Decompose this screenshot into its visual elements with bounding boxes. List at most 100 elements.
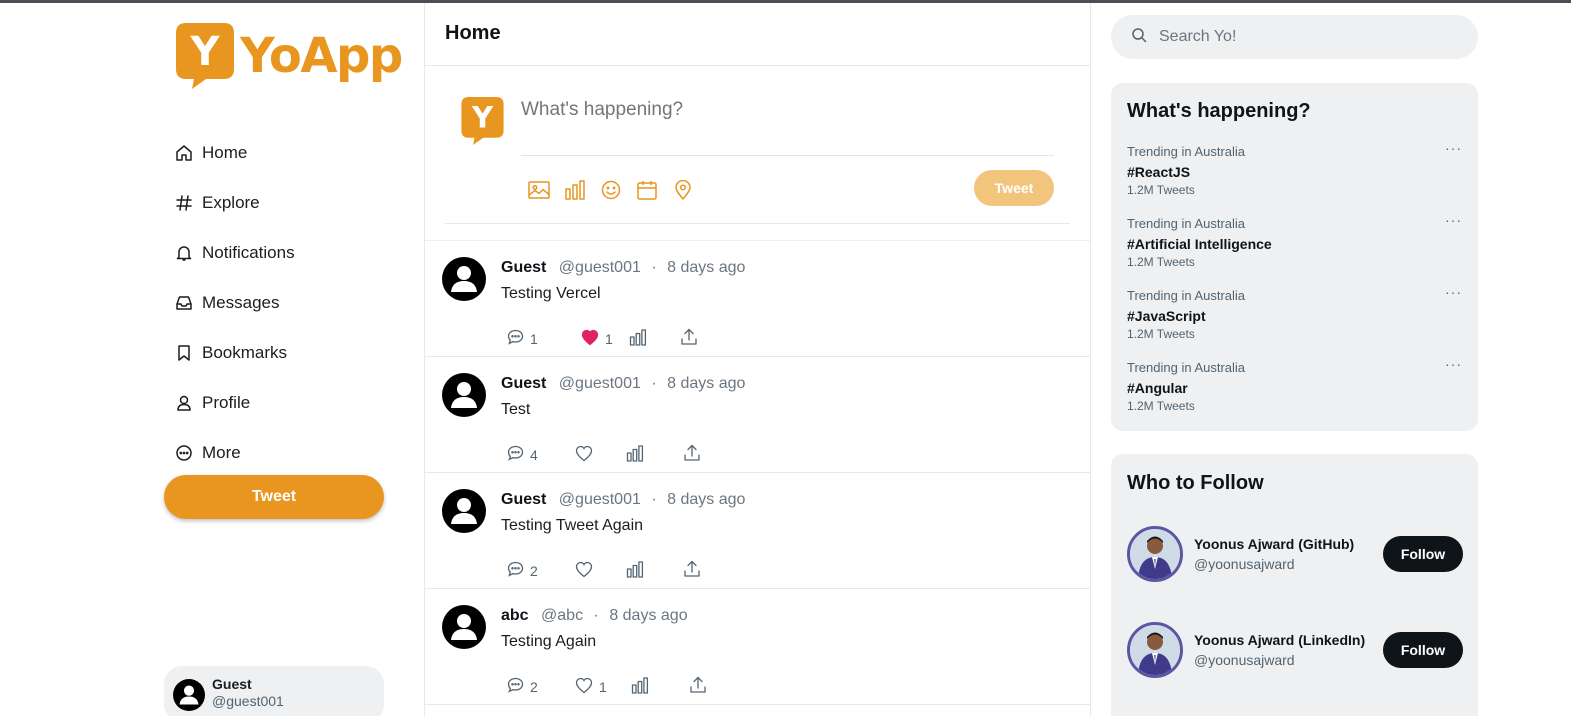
avatar[interactable]: [442, 257, 486, 301]
nav-item-bookmarks[interactable]: Bookmarks: [175, 328, 295, 378]
post-text: Test: [501, 401, 531, 418]
post-separator: ·: [651, 375, 657, 392]
reply-button[interactable]: 1: [507, 329, 581, 348]
avatar[interactable]: [442, 373, 486, 417]
trend-hashtag[interactable]: #Artificial Intelligence: [1127, 236, 1462, 252]
share-icon: [683, 444, 701, 465]
share-icon: [683, 560, 701, 581]
nav-label: Notifications: [202, 243, 295, 262]
like-button[interactable]: 1: [581, 329, 629, 349]
composer-avatar: Y: [460, 97, 505, 145]
follow-button[interactable]: Follow: [1383, 536, 1463, 572]
reply-icon: [507, 677, 524, 696]
poll-icon[interactable]: [557, 177, 593, 203]
post-author-name[interactable]: abc: [501, 607, 529, 624]
schedule-icon[interactable]: [629, 177, 665, 203]
stats-icon: [631, 676, 649, 697]
tweet-post[interactable]: Guest @guest001 · 8 days ago Testing Ver…: [425, 241, 1090, 357]
more-options-icon[interactable]: ···: [1445, 356, 1462, 372]
trends-panel: What's happening? Trending in Australia …: [1111, 83, 1478, 431]
views-button[interactable]: [626, 560, 683, 581]
trend-context: Trending in Australia: [1127, 216, 1246, 231]
trend-count: 1.2M Tweets: [1127, 255, 1195, 269]
post-timestamp: 8 days ago: [667, 375, 746, 392]
stats-icon: [626, 560, 644, 581]
search-icon: [1131, 27, 1147, 48]
nav-item-messages[interactable]: Messages: [175, 278, 295, 328]
post-actions: 1 1: [507, 328, 698, 349]
suggestion-name[interactable]: Yoonus Ajward (LinkedIn): [1194, 632, 1365, 648]
nav-item-home[interactable]: Home: [175, 128, 295, 178]
trend-context: Trending in Australia: [1127, 144, 1246, 159]
nav-label: Explore: [202, 193, 260, 212]
avatar[interactable]: [442, 489, 486, 533]
compose-input[interactable]: [521, 99, 1051, 121]
trend-count: 1.2M Tweets: [1127, 327, 1195, 341]
post-actions: 2: [507, 560, 701, 581]
more-options-icon[interactable]: ···: [1445, 140, 1462, 156]
current-user-name: Guest: [212, 676, 252, 692]
nav-label: More: [202, 443, 241, 462]
tweet-post[interactable]: abc @abc · 8 days ago Testing Again 2 1: [425, 589, 1090, 705]
search-bar[interactable]: [1111, 15, 1478, 59]
trend-context: Trending in Australia: [1127, 288, 1246, 303]
views-button[interactable]: [629, 328, 680, 349]
post-actions: 2 1: [507, 676, 707, 697]
bookmark-icon: [175, 344, 193, 362]
reply-icon: [507, 329, 524, 348]
trend-item[interactable]: Trending in Australia #ReactJS 1.2M Twee…: [1127, 140, 1462, 197]
reply-button[interactable]: 4: [507, 445, 575, 464]
trend-hashtag[interactable]: #ReactJS: [1127, 164, 1462, 180]
profile-avatar[interactable]: [1127, 526, 1183, 582]
tweet-composer: Y Tweet: [425, 66, 1090, 241]
page-title: Home: [425, 3, 1090, 66]
emoji-icon[interactable]: [593, 177, 629, 203]
location-icon[interactable]: [665, 177, 701, 203]
post-author-handle: @guest001: [558, 259, 641, 276]
current-user-card[interactable]: Guest @guest001: [164, 666, 384, 716]
follow-button[interactable]: Follow: [1383, 632, 1463, 668]
views-button[interactable]: [631, 676, 689, 697]
post-author-name[interactable]: Guest: [501, 491, 546, 508]
like-button[interactable]: 1: [575, 677, 631, 697]
nav-item-more[interactable]: More: [175, 428, 295, 478]
composer-divider: [521, 155, 1054, 156]
trend-item[interactable]: Trending in Australia #Angular 1.2M Twee…: [1127, 356, 1462, 413]
compose-tweet-button[interactable]: Tweet: [974, 170, 1054, 206]
profile-avatar[interactable]: [1127, 622, 1183, 678]
app-logo[interactable]: Y YoApp: [176, 23, 403, 89]
nav-item-notifications[interactable]: Notifications: [175, 228, 295, 278]
more-options-icon[interactable]: ···: [1445, 284, 1462, 300]
image-icon[interactable]: [521, 177, 557, 203]
search-input[interactable]: [1159, 28, 1459, 46]
trend-hashtag[interactable]: #JavaScript: [1127, 308, 1462, 324]
share-icon: [689, 676, 707, 697]
more-options-icon[interactable]: ···: [1445, 212, 1462, 228]
share-button[interactable]: [680, 328, 698, 349]
share-button[interactable]: [683, 560, 701, 581]
share-button[interactable]: [689, 676, 707, 697]
post-author-name[interactable]: Guest: [501, 259, 546, 276]
reply-icon: [507, 445, 524, 464]
reply-count: 1: [530, 330, 538, 347]
post-timestamp: 8 days ago: [609, 607, 688, 624]
trend-hashtag[interactable]: #Angular: [1127, 380, 1462, 396]
trend-item[interactable]: Trending in Australia #JavaScript 1.2M T…: [1127, 284, 1462, 341]
reply-button[interactable]: 2: [507, 561, 575, 580]
avatar[interactable]: [442, 605, 486, 649]
nav-item-explore[interactable]: Explore: [175, 178, 295, 228]
share-button[interactable]: [683, 444, 701, 465]
trend-item[interactable]: Trending in Australia #Artificial Intell…: [1127, 212, 1462, 269]
nav-item-profile[interactable]: Profile: [175, 378, 295, 428]
like-button[interactable]: [575, 561, 626, 581]
hash-icon: [175, 194, 193, 212]
follow-suggestion: Yoonus Ajward (LinkedIn) @yoonusajward F…: [1127, 622, 1463, 678]
like-button[interactable]: [575, 445, 626, 465]
tweet-post[interactable]: Guest @guest001 · 8 days ago Testing Twe…: [425, 473, 1090, 589]
post-author-name[interactable]: Guest: [501, 375, 546, 392]
sidebar-tweet-button[interactable]: Tweet: [164, 475, 384, 519]
suggestion-name[interactable]: Yoonus Ajward (GitHub): [1194, 536, 1354, 552]
views-button[interactable]: [626, 444, 683, 465]
reply-button[interactable]: 2: [507, 677, 575, 696]
tweet-post[interactable]: Guest @guest001 · 8 days ago Test 4: [425, 357, 1090, 473]
